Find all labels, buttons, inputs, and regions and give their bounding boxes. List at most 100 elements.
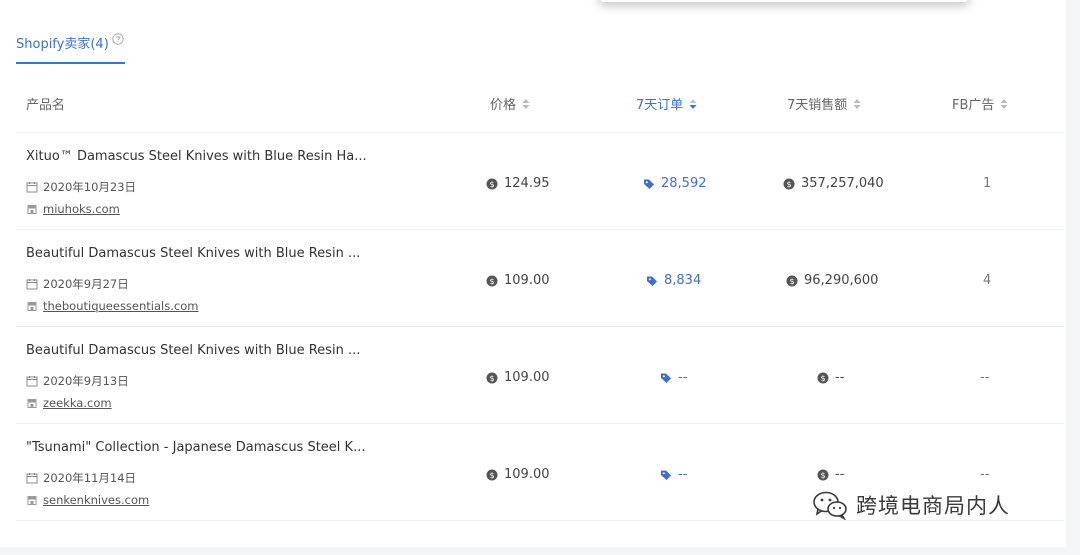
svg-text:$: $ — [489, 374, 494, 383]
fb-ads-cell: 1 — [983, 176, 991, 191]
dollar-coin-icon: $ — [486, 469, 498, 480]
product-title[interactable]: Xituo™ Damascus Steel Knives with Blue R… — [26, 149, 367, 164]
store-domain[interactable]: theboutiqueessentials.com — [43, 299, 198, 313]
product-title[interactable]: Beautiful Damascus Steel Knives with Blu… — [26, 246, 360, 261]
watermark: 跨境电商局内人 — [812, 490, 1010, 520]
column-header-price[interactable]: 价格 — [490, 94, 530, 113]
fb-ads-value: -- — [980, 467, 990, 482]
fb-ads-value: 1 — [983, 176, 992, 191]
price-value: 109.00 — [504, 467, 550, 482]
store-link[interactable]: theboutiqueessentials.com — [26, 299, 198, 313]
fb-ads-value: 4 — [983, 273, 992, 288]
price-value: 124.95 — [504, 176, 550, 191]
column-header-fb-ads[interactable]: FB广告 — [952, 94, 1008, 113]
tab-label: Shopify卖家(4) — [16, 37, 109, 52]
sales-value: 96,290,600 — [804, 273, 879, 288]
calendar-icon — [26, 279, 38, 290]
tag-icon — [661, 470, 671, 480]
product-title[interactable]: Beautiful Damascus Steel Knives with Blu… — [26, 343, 360, 358]
store-domain[interactable]: senkenknives.com — [43, 493, 149, 507]
product-panel: Shopify卖家(4) 产品名 价格 7天订单 7天销售额 FB广告 Xitu… — [0, 0, 1066, 547]
store-link[interactable]: zeekka.com — [26, 396, 112, 410]
store-domain[interactable]: zeekka.com — [43, 396, 112, 410]
calendar-icon — [26, 473, 38, 484]
dollar-coin-icon: $ — [783, 178, 795, 189]
sort-icon[interactable] — [1000, 98, 1008, 110]
price-cell: $ 109.00 — [486, 467, 550, 482]
fb-ads-cell: -- — [980, 370, 989, 385]
store-domain[interactable]: miuhoks.com — [43, 202, 120, 216]
sales-cell: $ 357,257,040 — [783, 176, 884, 191]
publish-date: 2020年11月14日 — [26, 470, 136, 486]
orders-cell: 28,592 — [643, 176, 707, 191]
column-header-sales-7d[interactable]: 7天销售额 — [787, 94, 861, 113]
store-link[interactable]: miuhoks.com — [26, 202, 120, 216]
table-row[interactable]: Xituo™ Damascus Steel Knives with Blue R… — [16, 133, 1064, 230]
svg-text:$: $ — [820, 374, 825, 383]
sort-icon[interactable] — [522, 98, 530, 110]
price-value: 109.00 — [504, 273, 550, 288]
orders-value: 8,834 — [664, 273, 702, 288]
sort-desc-active-icon[interactable] — [689, 98, 697, 110]
watermark-text: 跨境电商局内人 — [856, 494, 1010, 518]
publish-date: 2020年10月23日 — [26, 179, 136, 195]
price-cell: $ 124.95 — [486, 176, 550, 191]
fb-ads-cell: 4 — [983, 273, 991, 288]
sales-cell: $ -- — [817, 467, 844, 482]
orders-value: 28,592 — [661, 176, 707, 191]
orders-cell: -- — [660, 467, 687, 482]
date-text: 2020年10月23日 — [43, 180, 137, 194]
price-cell: $ 109.00 — [486, 273, 550, 288]
svg-text:$: $ — [789, 277, 794, 286]
table-header: 产品名 价格 7天订单 7天销售额 FB广告 — [16, 88, 1064, 133]
svg-text:$: $ — [786, 180, 791, 189]
dollar-coin-icon: $ — [817, 469, 829, 480]
column-header-orders-7d[interactable]: 7天订单 — [636, 94, 697, 113]
column-header-label: 7天订单 — [636, 98, 684, 113]
column-header-label: 7天销售额 — [787, 98, 848, 113]
sales-value: -- — [835, 370, 845, 385]
dollar-coin-icon: $ — [486, 178, 498, 189]
sales-value: -- — [835, 467, 845, 482]
store-icon — [27, 302, 37, 311]
dollar-coin-icon: $ — [817, 372, 829, 383]
fb-ads-cell: -- — [980, 467, 989, 482]
svg-text:$: $ — [489, 277, 494, 286]
floating-popup-edge — [598, 0, 970, 2]
date-text: 2020年9月27日 — [43, 277, 129, 291]
svg-text:$: $ — [489, 471, 494, 480]
calendar-icon — [26, 376, 38, 387]
dollar-coin-icon: $ — [486, 372, 498, 383]
sort-icon[interactable] — [853, 98, 861, 110]
table-row[interactable]: Beautiful Damascus Steel Knives with Blu… — [16, 230, 1064, 327]
column-header-label: FB广告 — [952, 98, 995, 113]
sales-cell: $ -- — [817, 370, 844, 385]
svg-text:$: $ — [489, 180, 494, 189]
svg-text:$: $ — [820, 471, 825, 480]
price-cell: $ 109.00 — [486, 370, 550, 385]
calendar-icon — [26, 182, 38, 193]
tag-icon — [644, 179, 654, 189]
orders-cell: -- — [660, 370, 687, 385]
dollar-coin-icon: $ — [786, 275, 798, 286]
column-header-product: 产品名 — [26, 94, 65, 113]
store-link[interactable]: senkenknives.com — [26, 493, 149, 507]
store-icon — [27, 496, 37, 505]
price-value: 109.00 — [504, 370, 550, 385]
orders-cell: 8,834 — [646, 273, 701, 288]
wechat-icon — [813, 491, 847, 520]
table-row[interactable]: Beautiful Damascus Steel Knives with Blu… — [16, 327, 1064, 424]
fb-ads-value: -- — [980, 370, 990, 385]
sales-cell: $ 96,290,600 — [786, 273, 878, 288]
store-icon — [27, 205, 37, 214]
publish-date: 2020年9月27日 — [26, 276, 129, 292]
column-header-label: 产品名 — [26, 98, 66, 113]
tab-shopify-sellers[interactable]: Shopify卖家(4) — [16, 33, 125, 64]
orders-value: -- — [678, 467, 688, 482]
tag-icon — [647, 276, 657, 286]
orders-value: -- — [678, 370, 688, 385]
product-title[interactable]: "Tsunami" Collection - Japanese Damascus… — [26, 440, 365, 455]
help-circle-icon[interactable] — [112, 33, 124, 45]
store-icon — [27, 399, 37, 408]
dollar-coin-icon: $ — [486, 275, 498, 286]
